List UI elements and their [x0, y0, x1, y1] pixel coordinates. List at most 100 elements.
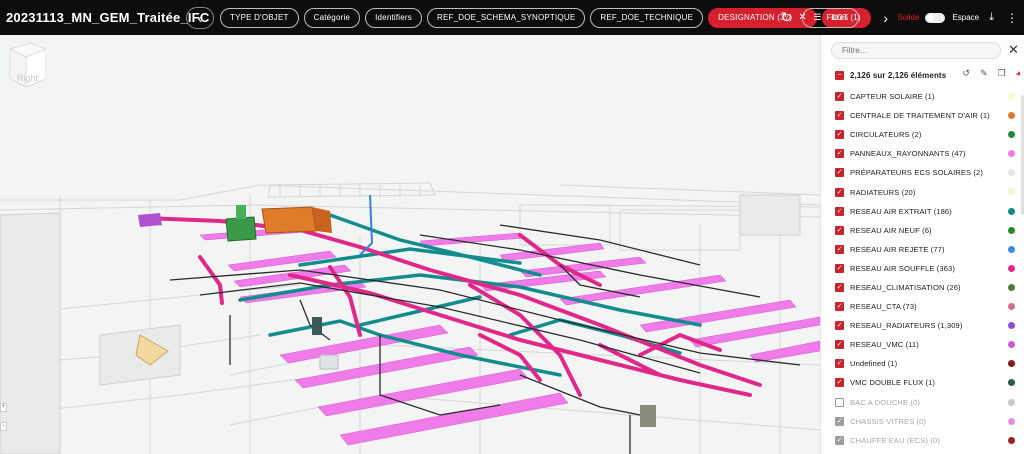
summary-actions: ↺ ✎ ❐ ◕ [962, 68, 1021, 79]
color-dot[interactable] [1008, 398, 1015, 406]
item-checkbox[interactable]: ✓ [835, 149, 844, 159]
undo-icon[interactable]: ↺ [962, 68, 970, 79]
chip-label: REF_DOE_SCHEMA_SYNOPTIQUE [437, 13, 576, 22]
chip-identifiers[interactable]: Identifiers [365, 7, 422, 28]
color-dot[interactable] [1008, 150, 1015, 158]
filter-panel: ✕ − 2,126 sur 2,126 éléments ↺ ✎ ❐ ◕ ✓ CA… [820, 35, 1024, 454]
item-checkbox[interactable]: ✓ [835, 244, 844, 254]
plus-icon[interactable]: + [0, 403, 7, 412]
list-item[interactable]: ✓ VMC DOUBLE FLUX (1) [835, 373, 1021, 392]
item-checkbox[interactable]: ✓ [835, 302, 844, 312]
list-item[interactable]: ✓ RESEAU AIR REJETE (77) [835, 240, 1021, 259]
color-dot[interactable] [1008, 112, 1015, 120]
solid-space-toggle[interactable] [925, 12, 946, 23]
list-item[interactable]: ✓ CHASSIS VITRES (0) [835, 412, 1021, 431]
item-checkbox[interactable]: ✓ [835, 111, 844, 121]
chip-label: TYPE D'OBJET [230, 13, 289, 22]
item-label: RESEAU_RADIATEURS (1,309) [850, 321, 963, 331]
model-render [0, 182, 820, 454]
item-label: RESEAU AIR SOUFFLE (363) [850, 263, 955, 273]
color-dot[interactable] [1008, 226, 1015, 234]
element-count: 2,126 sur 2,126 éléments [850, 70, 947, 80]
list-item[interactable]: ✓ PANNEAUX_RAYONNANTS (47) [835, 144, 1021, 163]
download-icon[interactable]: ⤓ [989, 11, 994, 24]
list-item[interactable]: ✓ Undefined (1) [835, 354, 1021, 373]
filter-search-input[interactable] [831, 42, 1001, 59]
select-all-checkbox[interactable]: − [835, 70, 844, 80]
item-checkbox[interactable]: ✓ [835, 187, 844, 197]
list-item[interactable]: ✓ RESEAU AIR EXTRAIT (186) [835, 202, 1021, 221]
minus-icon[interactable]: - [0, 422, 7, 431]
color-dot[interactable] [1008, 360, 1015, 368]
item-checkbox[interactable]: ✓ [835, 263, 844, 273]
more-icon[interactable]: ⋮ [1006, 11, 1018, 25]
chip-label: Identifiers [375, 13, 412, 22]
color-dot[interactable] [1008, 93, 1015, 100]
item-checkbox[interactable]: ✓ [835, 416, 844, 426]
filter-chips: TYPE D'OBJET Catégorie Identifiers REF_D… [220, 7, 871, 28]
viewcube-label: Right [17, 73, 39, 83]
item-checkbox[interactable] [835, 397, 844, 407]
list-item[interactable]: ✓ CIRCULATEURS (2) [835, 125, 1021, 144]
item-checkbox[interactable]: ✓ [835, 282, 844, 292]
item-label: RESEAU AIR REJETE (77) [850, 244, 945, 254]
color-dot[interactable] [1008, 341, 1015, 349]
item-checkbox[interactable]: ✓ [835, 206, 844, 216]
color-dot[interactable] [1008, 283, 1015, 291]
designation-list: ✓ CAPTEUR SOLAIRE (1) ✓ CENTRALE DE TRAITEM… [835, 87, 1021, 450]
list-item[interactable]: ✓ RESEAU AIR NEUF (6) [835, 221, 1021, 240]
filter-icon: ☰ [813, 12, 822, 22]
list-item[interactable]: ✓ CHAUFFE EAU (ECS) (0) [835, 431, 1021, 450]
chevron-left-icon[interactable]: ‹ [186, 6, 214, 29]
item-checkbox[interactable]: ✓ [835, 225, 844, 235]
list-item[interactable]: ✓ RESEAU_CTA (73) [835, 297, 1021, 316]
color-dot[interactable] [1008, 245, 1015, 253]
copy-icon[interactable]: ❐ [997, 68, 1005, 79]
color-dot[interactable] [1008, 207, 1015, 215]
3d-viewport[interactable]: Right + - [0, 35, 820, 454]
filters-button[interactable]: ☰ Filtres [802, 7, 860, 28]
item-checkbox[interactable]: ✓ [835, 435, 844, 445]
viewer-controls: + - [0, 403, 8, 441]
filters-label: Filtres [826, 13, 849, 22]
item-label: RESEAU_VMC (11) [850, 340, 919, 350]
list-item[interactable]: ✓ RESEAU_RADIATEURS (1,309) [835, 316, 1021, 335]
item-checkbox[interactable]: ✓ [835, 168, 844, 178]
edit-icon[interactable]: ✎ [980, 68, 988, 79]
color-dot[interactable] [1008, 379, 1015, 387]
color-dot[interactable] [1008, 303, 1015, 311]
item-label: RESEAU_CTA (73) [850, 302, 917, 312]
item-label: CAPTEUR SOLAIRE (1) [850, 92, 935, 102]
item-checkbox[interactable]: ✓ [835, 321, 844, 331]
refresh-icon[interactable]: ↻ [781, 9, 793, 26]
list-item[interactable]: ✓ PRÉPARATEURS ECS SOLAIRES (2) [835, 163, 1021, 182]
item-checkbox[interactable]: ✓ [835, 340, 844, 350]
item-checkbox[interactable]: ✓ [835, 92, 844, 102]
summary-row: − 2,126 sur 2,126 éléments ↺ ✎ ❐ ◕ [835, 68, 1021, 82]
color-dot[interactable] [1008, 131, 1015, 139]
item-checkbox[interactable]: ✓ [835, 130, 844, 140]
chip-label: REF_DOE_TECHNIQUE [600, 13, 694, 22]
list-item[interactable]: ✓ RESEAU AIR SOUFFLE (363) [835, 259, 1021, 278]
color-dot[interactable] [1008, 264, 1015, 272]
list-item[interactable]: BAC A DOUCHE (0) [835, 393, 1021, 412]
list-item[interactable]: ✓ CAPTEUR SOLAIRE (1) [835, 87, 1021, 106]
list-item[interactable]: ✓ CENTRALE DE TRAITEMENT D'AIR (1) [835, 106, 1021, 125]
chip-ref-doe-schema[interactable]: REF_DOE_SCHEMA_SYNOPTIQUE [427, 7, 586, 28]
list-item[interactable]: ✓ RADIATEURS (20) [835, 182, 1021, 201]
color-dot[interactable] [1008, 417, 1015, 425]
color-dot[interactable] [1008, 188, 1015, 196]
chip-type-objet[interactable]: TYPE D'OBJET [220, 7, 299, 28]
list-item[interactable]: ✓ RESEAU_CLIMATISATION (26) [835, 278, 1021, 297]
color-dot[interactable] [1008, 169, 1015, 177]
chip-categorie[interactable]: Catégorie [303, 7, 361, 28]
palette-icon[interactable]: ◕ [1016, 68, 1021, 79]
item-checkbox[interactable]: ✓ [835, 378, 844, 388]
chip-label: Catégorie [313, 13, 351, 22]
chip-ref-doe-technique[interactable]: REF_DOE_TECHNIQUE [590, 7, 704, 28]
item-checkbox[interactable]: ✓ [835, 359, 844, 369]
close-icon[interactable]: ✕ [1008, 42, 1019, 58]
color-dot[interactable] [1008, 436, 1015, 444]
color-dot[interactable] [1008, 322, 1015, 330]
list-item[interactable]: ✓ RESEAU_VMC (11) [835, 335, 1021, 354]
